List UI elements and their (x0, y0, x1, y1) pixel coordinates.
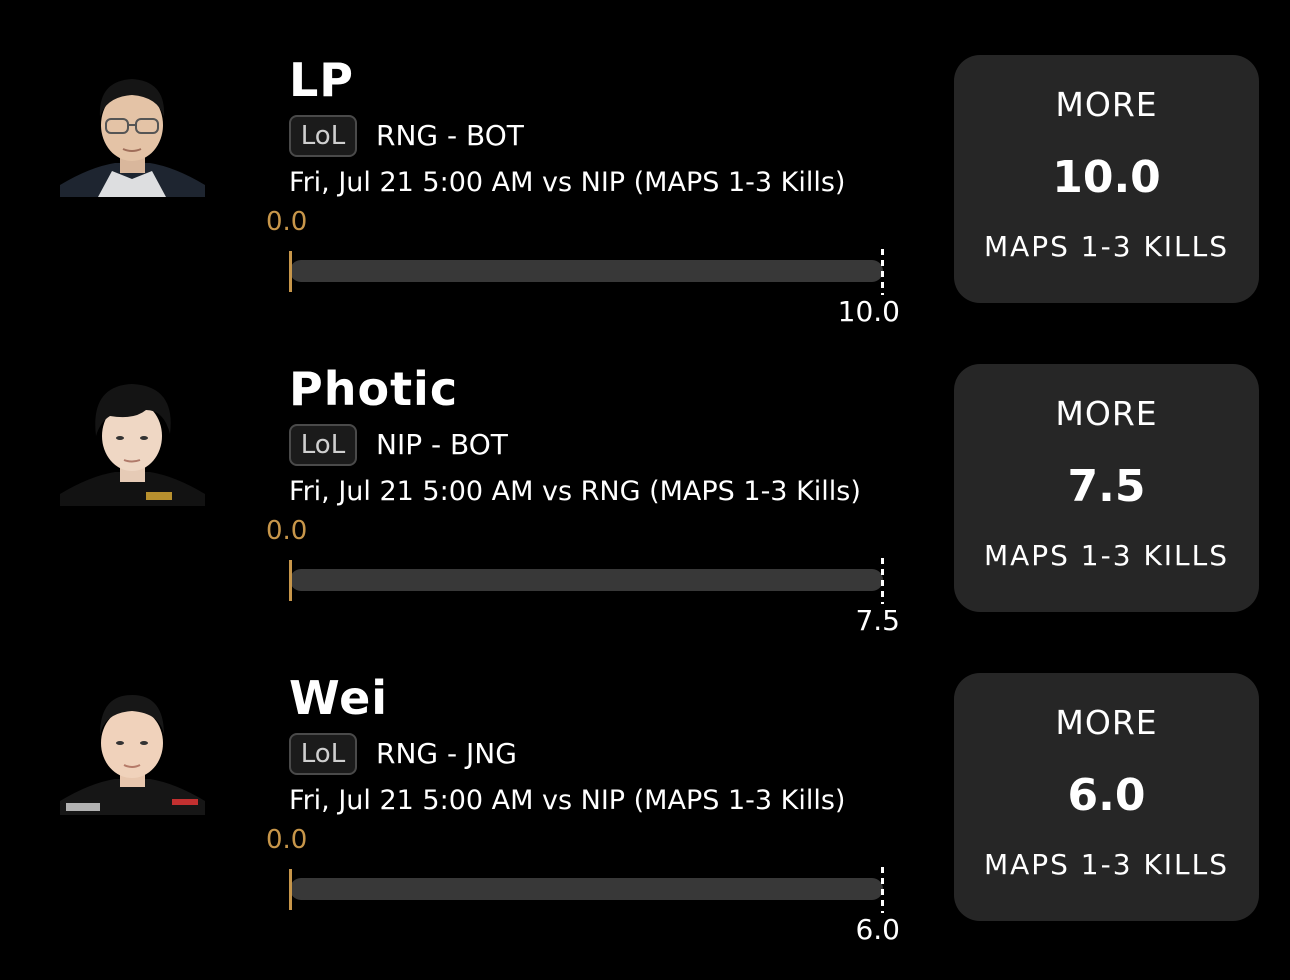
matchup-info: Fri, Jul 21 5:00 AM vs RNG (MAPS 1-3 Kil… (289, 476, 861, 507)
progress-max-label: 6.0 (855, 913, 900, 946)
team-position: NIP - BOT (376, 428, 508, 461)
player-avatar (60, 376, 205, 506)
player-avatar (60, 67, 205, 197)
game-badge: LoL (289, 733, 357, 775)
progress-current-label: 0.0 (266, 825, 308, 855)
game-badge: LoL (289, 424, 357, 466)
matchup-info: Fri, Jul 21 5:00 AM vs NIP (MAPS 1-3 Kil… (289, 167, 846, 198)
pick-line-value: 10.0 (1052, 152, 1161, 203)
pick-card-more[interactable]: MORE 6.0 MAPS 1-3 KILLS (954, 673, 1259, 921)
player-row-photic[interactable]: Photic LoL NIP - BOT Fri, Jul 21 5:00 AM… (0, 362, 1290, 671)
player-name: LP (289, 53, 355, 107)
matchup-info: Fri, Jul 21 5:00 AM vs NIP (MAPS 1-3 Kil… (289, 785, 846, 816)
player-name: Wei (289, 671, 389, 725)
team-position: RNG - JNG (376, 737, 517, 770)
game-badge: LoL (289, 115, 357, 157)
player-avatar (60, 685, 205, 815)
progress-track (290, 260, 883, 282)
pick-line-value: 7.5 (1067, 461, 1146, 512)
pick-card-more[interactable]: MORE 10.0 MAPS 1-3 KILLS (954, 55, 1259, 303)
pick-line-value: 6.0 (1067, 770, 1146, 821)
player-row-lp[interactable]: LP LoL RNG - BOT Fri, Jul 21 5:00 AM vs … (0, 53, 1290, 362)
team-position: RNG - BOT (376, 119, 524, 152)
progress-track (290, 569, 883, 591)
pick-stat-type: MAPS 1-3 KILLS (983, 539, 1230, 572)
player-row-wei[interactable]: Wei LoL RNG - JNG Fri, Jul 21 5:00 AM vs… (0, 671, 1290, 980)
pick-card-more[interactable]: MORE 7.5 MAPS 1-3 KILLS (954, 364, 1259, 612)
progress-start-marker (289, 560, 292, 601)
progress-max-label: 7.5 (855, 604, 900, 637)
progress-target-marker (881, 558, 884, 604)
progress-target-marker (881, 249, 884, 295)
progress-max-label: 10.0 (837, 295, 900, 328)
progress-current-label: 0.0 (266, 207, 308, 237)
progress-current-label: 0.0 (266, 516, 308, 546)
progress-track (290, 878, 883, 900)
player-name: Photic (289, 362, 459, 416)
progress-target-marker (881, 867, 884, 913)
pick-stat-type: MAPS 1-3 KILLS (983, 848, 1230, 881)
pick-direction: MORE (1055, 85, 1158, 124)
pick-direction: MORE (1055, 703, 1158, 742)
pick-direction: MORE (1055, 394, 1158, 433)
progress-start-marker (289, 869, 292, 910)
pick-stat-type: MAPS 1-3 KILLS (983, 230, 1230, 263)
progress-start-marker (289, 251, 292, 292)
